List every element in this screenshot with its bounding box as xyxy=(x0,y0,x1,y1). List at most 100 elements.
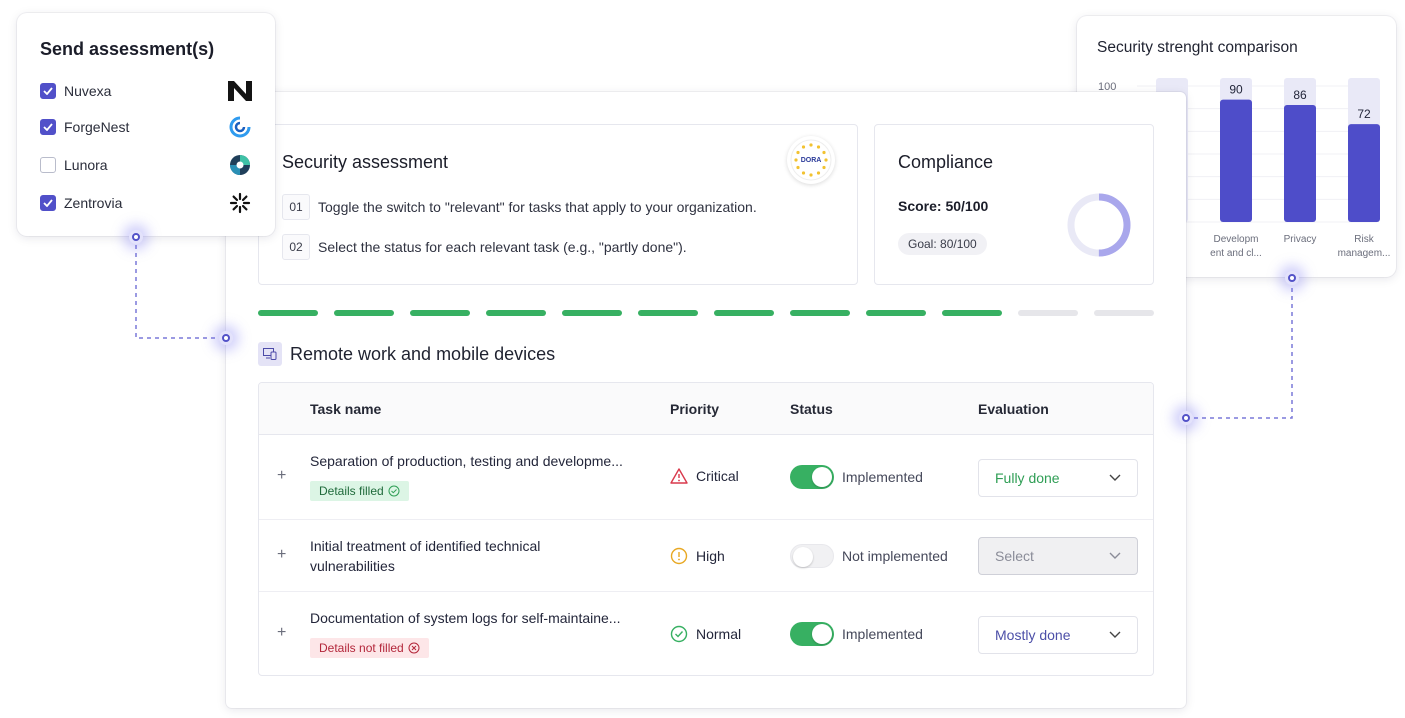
progress-segment xyxy=(714,310,774,316)
check-circle-icon xyxy=(388,485,400,497)
evaluation-value: Fully done xyxy=(995,470,1060,486)
status-label: Implemented xyxy=(842,626,923,642)
compliance-score: Score: 50/100 xyxy=(898,198,989,214)
dora-badge-label: DORA xyxy=(800,156,822,164)
org-name: Lunora xyxy=(64,157,108,173)
progress-segment xyxy=(866,310,926,316)
relevance-toggle[interactable] xyxy=(790,465,834,489)
step-number: 02 xyxy=(282,234,310,260)
header-priority: Priority xyxy=(670,401,720,417)
details-not-filled-tag: Details not filled xyxy=(310,638,429,658)
header-task: Task name xyxy=(310,401,382,417)
org-name: ForgeNest xyxy=(64,119,130,135)
compliance-goal: Goal: 80/100 xyxy=(898,233,987,255)
org-name: Nuvexa xyxy=(64,83,112,99)
expand-plus-icon[interactable]: + xyxy=(277,624,286,642)
details-filled-tag: Details filled xyxy=(310,481,409,501)
org-row-nuvexa[interactable]: Nuvexa xyxy=(40,80,252,102)
connector-dot xyxy=(1179,411,1193,425)
org-row-zentrovia[interactable]: Zentrovia xyxy=(40,192,252,214)
progress-segment xyxy=(334,310,394,316)
org-name: Zentrovia xyxy=(64,195,123,211)
progress-segments xyxy=(258,310,1154,316)
step-1: 01 Toggle the switch to "relevant" for t… xyxy=(282,194,757,220)
step-2: 02 Select the status for each relevant t… xyxy=(282,234,687,260)
table-row: + Initial treatment of identified techni… xyxy=(259,520,1153,592)
compliance-donut-chart xyxy=(1067,193,1131,257)
checkbox-lunora[interactable] xyxy=(40,157,56,173)
connector-dot xyxy=(219,331,233,345)
progress-segment xyxy=(1094,310,1154,316)
expand-plus-icon[interactable]: + xyxy=(277,546,286,564)
progress-segment xyxy=(486,310,546,316)
progress-segment xyxy=(562,310,622,316)
priority-label: Critical xyxy=(696,468,739,484)
devices-icon xyxy=(258,342,282,366)
chevron-down-icon xyxy=(1109,474,1121,481)
progress-segment xyxy=(638,310,698,316)
evaluation-select[interactable]: Mostly done xyxy=(978,616,1138,654)
x-circle-icon xyxy=(408,642,420,654)
chevron-down-icon xyxy=(1109,552,1121,559)
status-cell: Implemented xyxy=(790,622,923,646)
evaluation-value: Select xyxy=(995,548,1034,564)
dora-badge-icon: DORA xyxy=(787,136,835,184)
connector-dot xyxy=(129,230,143,244)
task-name: Separation of production, testing and de… xyxy=(310,453,623,469)
status-cell: Implemented xyxy=(790,465,923,489)
send-assessments-title: Send assessment(s) xyxy=(40,39,215,59)
step-number: 01 xyxy=(282,194,310,220)
compliance-title: Compliance xyxy=(898,152,994,172)
evaluation-select[interactable]: Fully done xyxy=(978,459,1138,497)
connector-dot xyxy=(1285,271,1299,285)
header-status: Status xyxy=(790,401,833,417)
priority-cell: Critical xyxy=(670,468,739,484)
task-name: Initial treatment of identified technica… xyxy=(310,538,541,574)
zentrovia-logo-icon xyxy=(228,191,252,215)
main-assessment-card: Security assessment DORA 01 Toggle the s… xyxy=(226,92,1186,708)
nuvexa-logo-icon xyxy=(228,79,252,103)
progress-segment xyxy=(1018,310,1078,316)
lunora-logo-icon xyxy=(228,153,252,177)
priority-cell: Normal xyxy=(670,625,741,643)
table-row: + Documentation of system logs for self-… xyxy=(259,592,1153,675)
tasks-table: Task name Priority Status Evaluation + S… xyxy=(258,382,1154,676)
expand-plus-icon[interactable]: + xyxy=(277,467,286,485)
chevron-down-icon xyxy=(1109,631,1121,638)
org-row-lunora[interactable]: Lunora xyxy=(40,154,252,176)
status-label: Implemented xyxy=(842,469,923,485)
progress-segment xyxy=(410,310,470,316)
checkbox-nuvexa[interactable] xyxy=(40,83,56,99)
relevance-toggle[interactable] xyxy=(790,622,834,646)
security-assessment-panel: Security assessment DORA 01 Toggle the s… xyxy=(258,124,858,285)
status-cell: Not implemented xyxy=(790,544,948,568)
header-evaluation: Evaluation xyxy=(978,401,1049,417)
step-text: Select the status for each relevant task… xyxy=(318,239,687,255)
section-header: Remote work and mobile devices xyxy=(258,342,555,366)
checkbox-zentrovia[interactable] xyxy=(40,195,56,211)
evaluation-select[interactable]: Select xyxy=(978,537,1138,575)
tag-label: Details not filled xyxy=(319,641,404,655)
progress-segment xyxy=(790,310,850,316)
table-header: Task name Priority Status Evaluation xyxy=(259,383,1153,435)
checkbox-forgenest[interactable] xyxy=(40,119,56,135)
send-assessments-card: Send assessment(s) Nuvexa ForgeNest Luno… xyxy=(17,13,275,236)
relevance-toggle[interactable] xyxy=(790,544,834,568)
progress-segment xyxy=(258,310,318,316)
step-text: Toggle the switch to "relevant" for task… xyxy=(318,199,757,215)
priority-label: High xyxy=(696,548,725,564)
tag-label: Details filled xyxy=(319,484,384,498)
evaluation-value: Mostly done xyxy=(995,627,1071,643)
priority-label: Normal xyxy=(696,626,742,642)
compliance-panel: Compliance Score: 50/100 Goal: 80/100 xyxy=(874,124,1154,285)
priority-cell: High xyxy=(670,547,725,565)
security-assessment-title: Security assessment xyxy=(282,152,449,172)
critical-warning-icon xyxy=(670,468,688,484)
section-title: Remote work and mobile devices xyxy=(290,343,556,364)
task-name: Documentation of system logs for self-ma… xyxy=(310,610,621,626)
progress-segment xyxy=(942,310,1002,316)
org-row-forgenest[interactable]: ForgeNest xyxy=(40,116,252,138)
status-label: Not implemented xyxy=(842,548,948,564)
forgenest-logo-icon xyxy=(228,115,252,139)
table-row: + Separation of production, testing and … xyxy=(259,435,1153,520)
